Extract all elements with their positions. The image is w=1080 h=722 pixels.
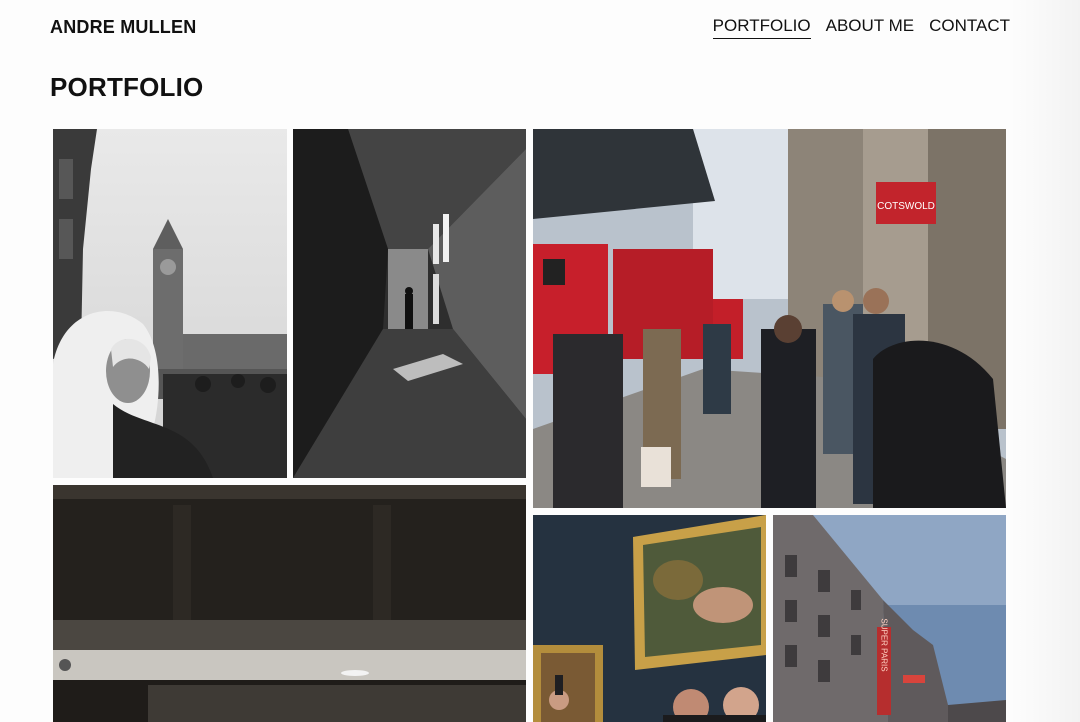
photo-big-ben-image — [53, 129, 287, 478]
nav-contact[interactable]: CONTACT — [929, 15, 1010, 39]
main-nav: PORTFOLIO ABOUT ME CONTACT — [712, 15, 1010, 39]
photo-corridor[interactable] — [293, 129, 526, 478]
site-brand[interactable]: ANDRE MULLEN — [50, 16, 196, 38]
edge-shade — [1010, 0, 1080, 722]
page-title: PORTFOLIO — [50, 72, 204, 102]
nav-about-me[interactable]: ABOUT ME — [826, 15, 914, 39]
photo-paris-building[interactable]: SUPER PARIS — [773, 515, 1006, 722]
photo-dark-interior[interactable] — [53, 485, 526, 722]
portfolio-page: ANDRE MULLEN PORTFOLIO ABOUT ME CONTACT … — [0, 0, 1080, 722]
cotswold-sign: COTSWOLD — [877, 201, 935, 212]
photo-corridor-image — [293, 129, 526, 478]
photo-london-street-image: COTSWOLD — [533, 129, 1006, 508]
photo-museum[interactable] — [533, 515, 766, 722]
photo-museum-image — [533, 515, 766, 722]
neon-sign: SUPER PARIS — [880, 618, 889, 671]
photo-paris-building-image: SUPER PARIS — [773, 515, 1006, 722]
photo-dark-interior-image — [53, 485, 526, 722]
photo-london-street[interactable]: COTSWOLD — [533, 129, 1006, 508]
nav-portfolio[interactable]: PORTFOLIO — [712, 15, 811, 39]
photo-big-ben[interactable] — [53, 129, 287, 478]
